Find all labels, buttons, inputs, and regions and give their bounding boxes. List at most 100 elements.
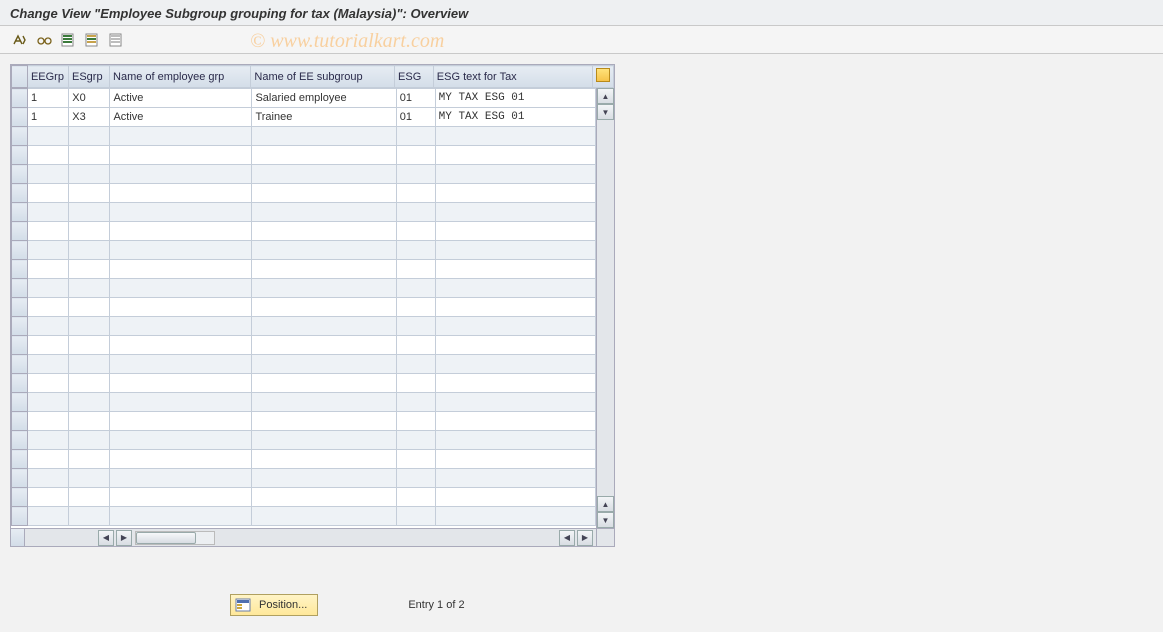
- cell-empty[interactable]: [69, 393, 110, 412]
- cell-empty[interactable]: [110, 203, 252, 222]
- cell-empty[interactable]: [28, 317, 69, 336]
- cell-empty[interactable]: [28, 355, 69, 374]
- cell-empty[interactable]: [435, 488, 595, 507]
- cell[interactable]: MY TAX ESG 01: [435, 108, 595, 127]
- cell-empty[interactable]: [396, 412, 435, 431]
- other-view-icon[interactable]: [10, 30, 30, 50]
- cell-empty[interactable]: [396, 431, 435, 450]
- cell-empty[interactable]: [252, 241, 396, 260]
- cell-empty[interactable]: [28, 146, 69, 165]
- cell-empty[interactable]: [28, 431, 69, 450]
- cell-empty[interactable]: [110, 450, 252, 469]
- cell-empty[interactable]: [69, 222, 110, 241]
- select-block-icon[interactable]: [82, 30, 102, 50]
- cell-empty[interactable]: [69, 431, 110, 450]
- cell-empty[interactable]: [396, 469, 435, 488]
- position-button[interactable]: Position...: [230, 594, 318, 616]
- cell-empty[interactable]: [69, 412, 110, 431]
- cell-empty[interactable]: [28, 260, 69, 279]
- cell-empty[interactable]: [396, 317, 435, 336]
- row-selector[interactable]: [12, 165, 28, 184]
- cell-empty[interactable]: [435, 184, 595, 203]
- cell-empty[interactable]: [69, 374, 110, 393]
- scroll-track[interactable]: [597, 120, 614, 496]
- cell-empty[interactable]: [252, 317, 396, 336]
- cell-empty[interactable]: [110, 260, 252, 279]
- row-selector[interactable]: [12, 393, 28, 412]
- cell[interactable]: 1: [28, 108, 69, 127]
- cell[interactable]: Trainee: [252, 108, 396, 127]
- cell-empty[interactable]: [396, 393, 435, 412]
- cell-empty[interactable]: [69, 507, 110, 526]
- row-selector[interactable]: [12, 488, 28, 507]
- hscroll-first-icon[interactable]: ◀: [98, 530, 114, 546]
- row-selector[interactable]: [12, 336, 28, 355]
- row-selector-header[interactable]: [12, 66, 28, 88]
- cell-empty[interactable]: [110, 412, 252, 431]
- row-selector[interactable]: [12, 241, 28, 260]
- cell-empty[interactable]: [28, 241, 69, 260]
- cell-empty[interactable]: [252, 146, 396, 165]
- cell-empty[interactable]: [435, 241, 595, 260]
- cell-empty[interactable]: [252, 184, 396, 203]
- cell-empty[interactable]: [435, 355, 595, 374]
- cell-empty[interactable]: [396, 298, 435, 317]
- cell-empty[interactable]: [110, 222, 252, 241]
- cell-empty[interactable]: [396, 184, 435, 203]
- cell-empty[interactable]: [110, 241, 252, 260]
- row-selector[interactable]: [12, 203, 28, 222]
- cell-empty[interactable]: [28, 374, 69, 393]
- scroll-down2-icon[interactable]: ▼: [597, 512, 614, 528]
- cell-empty[interactable]: [28, 127, 69, 146]
- cell[interactable]: 01: [396, 108, 435, 127]
- cell-empty[interactable]: [435, 412, 595, 431]
- cell-empty[interactable]: [396, 222, 435, 241]
- cell-empty[interactable]: [110, 127, 252, 146]
- cell-empty[interactable]: [435, 222, 595, 241]
- cell-empty[interactable]: [396, 507, 435, 526]
- cell-empty[interactable]: [396, 127, 435, 146]
- scroll-up2-icon[interactable]: ▲: [597, 496, 614, 512]
- cell-empty[interactable]: [28, 222, 69, 241]
- cell-empty[interactable]: [110, 336, 252, 355]
- row-selector[interactable]: [12, 279, 28, 298]
- scroll-down-icon[interactable]: ▼: [597, 104, 614, 120]
- row-selector[interactable]: [12, 127, 28, 146]
- row-selector[interactable]: [12, 450, 28, 469]
- row-selector[interactable]: [12, 431, 28, 450]
- row-selector[interactable]: [12, 222, 28, 241]
- row-selector[interactable]: [12, 317, 28, 336]
- cell-empty[interactable]: [69, 298, 110, 317]
- cell[interactable]: 1: [28, 89, 69, 108]
- col-esg[interactable]: ESG: [395, 66, 434, 88]
- cell-empty[interactable]: [252, 393, 396, 412]
- cell-empty[interactable]: [28, 298, 69, 317]
- cell-empty[interactable]: [252, 203, 396, 222]
- cell-empty[interactable]: [69, 488, 110, 507]
- row-selector[interactable]: [12, 507, 28, 526]
- row-selector[interactable]: [12, 260, 28, 279]
- cell-empty[interactable]: [69, 450, 110, 469]
- cell-empty[interactable]: [69, 469, 110, 488]
- cell-empty[interactable]: [252, 165, 396, 184]
- cell-empty[interactable]: [110, 279, 252, 298]
- cell-empty[interactable]: [435, 393, 595, 412]
- cell-empty[interactable]: [396, 374, 435, 393]
- cell-empty[interactable]: [28, 450, 69, 469]
- cell[interactable]: X0: [69, 89, 110, 108]
- hscroll-prev-icon[interactable]: ▶: [116, 530, 132, 546]
- cell-empty[interactable]: [252, 412, 396, 431]
- cell-empty[interactable]: [69, 184, 110, 203]
- cell-empty[interactable]: [69, 279, 110, 298]
- cell-empty[interactable]: [396, 146, 435, 165]
- cell-empty[interactable]: [69, 146, 110, 165]
- cell[interactable]: X3: [69, 108, 110, 127]
- cell-empty[interactable]: [435, 336, 595, 355]
- cell[interactable]: Active: [110, 89, 252, 108]
- select-all-icon[interactable]: [58, 30, 78, 50]
- cell-empty[interactable]: [252, 469, 396, 488]
- hscroll-next-icon[interactable]: ◀: [559, 530, 575, 546]
- cell[interactable]: Active: [110, 108, 252, 127]
- cell-empty[interactable]: [69, 355, 110, 374]
- cell-empty[interactable]: [396, 336, 435, 355]
